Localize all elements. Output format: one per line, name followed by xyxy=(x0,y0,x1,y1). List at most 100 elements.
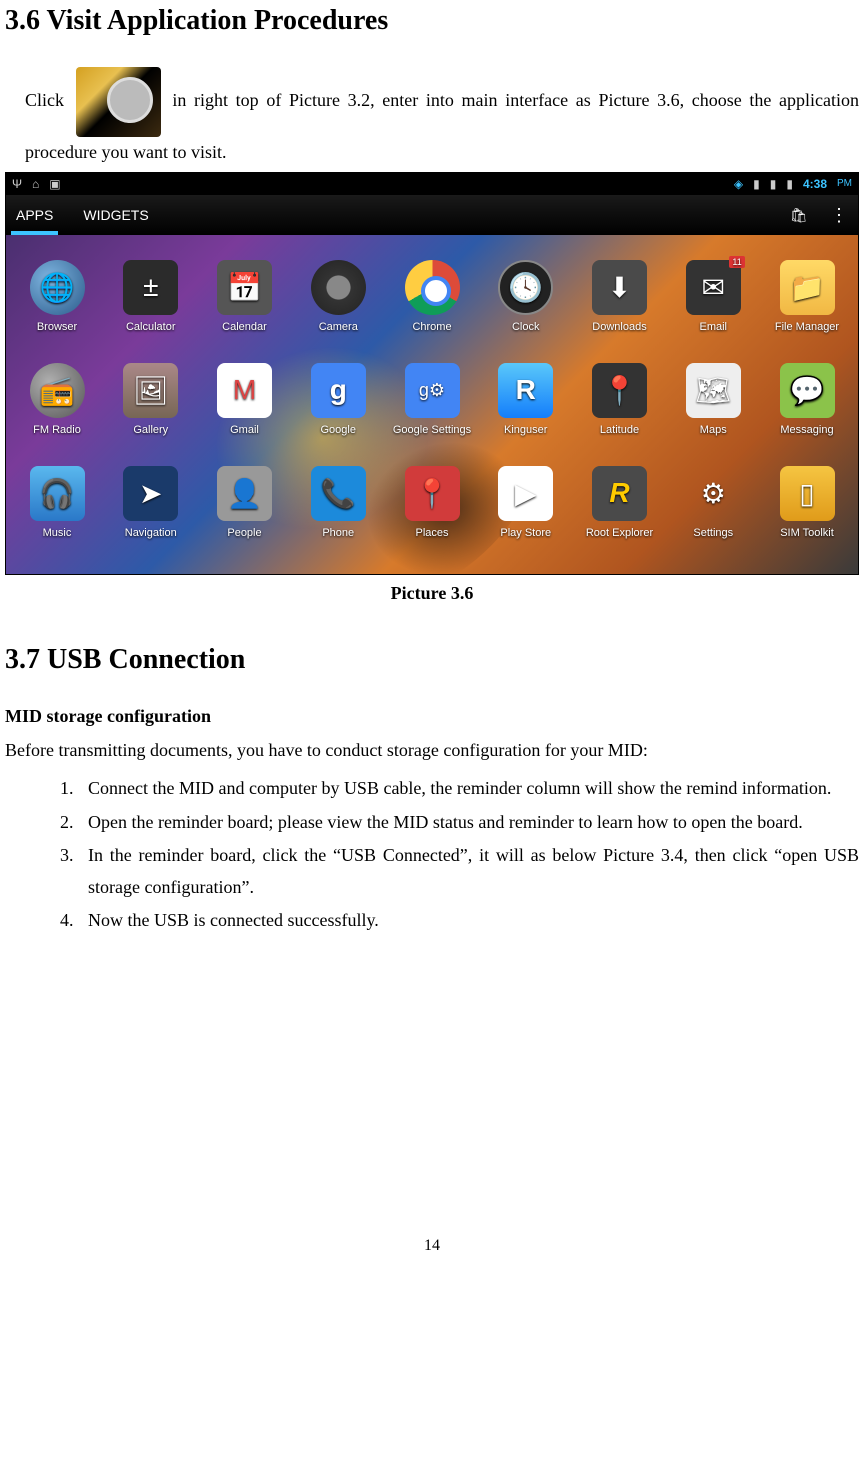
status-android-icon: ▣ xyxy=(49,177,60,191)
maps-icon: 🗺 xyxy=(686,363,741,418)
gsettings-icon: g⚙ xyxy=(405,363,460,418)
gmail-icon: M xyxy=(217,363,272,418)
app-label: Gmail xyxy=(204,424,286,436)
app-people[interactable]: 👤 People xyxy=(204,466,286,539)
messaging-icon: 💬 xyxy=(780,363,835,418)
section-3-7-heading: 3.7 USB Connection xyxy=(5,644,859,676)
signal-icon-1: ▮ xyxy=(753,177,760,191)
app-music[interactable]: 🎧Music xyxy=(16,466,98,539)
app-label: Clock xyxy=(485,321,567,333)
mid-storage-subheading: MID storage configuration xyxy=(5,706,859,727)
app-phone[interactable]: 📞Phone xyxy=(297,466,379,539)
app-places[interactable]: 📍Places xyxy=(391,466,473,539)
step-text: Connect the MID and computer by USB cabl… xyxy=(88,778,831,798)
app-downloads[interactable]: ⬇ Downloads xyxy=(579,260,661,333)
chrome-icon xyxy=(405,260,460,315)
status-ampm: PM xyxy=(837,178,852,189)
app-filemgr[interactable]: 📁File Manager xyxy=(766,260,848,333)
app-google[interactable]: gGoogle xyxy=(297,363,379,436)
playstore-icon: ▶ xyxy=(498,466,553,521)
app-label: Calendar xyxy=(204,321,286,333)
app-calc[interactable]: ± Calculator xyxy=(110,260,192,333)
app-simtk[interactable]: ▯SIM Toolkit xyxy=(766,466,848,539)
step-text: Now the USB is connected successfully. xyxy=(88,910,379,930)
app-browser[interactable]: 🌐Browser xyxy=(16,260,98,333)
app-chrome[interactable]: Chrome xyxy=(391,260,473,333)
app-fmradio[interactable]: 📻 FM Radio xyxy=(16,363,98,436)
menu-icon[interactable]: ⋮ xyxy=(830,205,848,226)
status-time: 4:38 xyxy=(803,177,827,191)
app-latitude[interactable]: 📍Latitude xyxy=(579,363,661,436)
app-label: Camera xyxy=(297,321,379,333)
fmradio-icon: 📻 xyxy=(30,363,85,418)
app-gmail[interactable]: M Gmail xyxy=(204,363,286,436)
step-number: 2. xyxy=(60,807,74,839)
app-label: Google xyxy=(297,424,379,436)
app-grid: 🌐Browser ± Calculator 📅 Calendar Camera Chrome… xyxy=(6,235,858,574)
navigation-icon: ➤ xyxy=(123,466,178,521)
places-icon: 📍 xyxy=(405,466,460,521)
rootexp-icon: R xyxy=(592,466,647,521)
tab-apps[interactable]: APPS xyxy=(16,197,53,233)
kinguser-icon: R xyxy=(498,363,553,418)
badge: 11 xyxy=(729,256,744,268)
app-label: Navigation xyxy=(110,527,192,539)
app-clock[interactable]: 🕓Clock xyxy=(485,260,567,333)
app-settings[interactable]: ⚙Settings xyxy=(672,466,754,539)
step-number: 3. xyxy=(60,840,74,872)
people-icon: 👤 xyxy=(217,466,272,521)
app-label: Play Store xyxy=(485,527,567,539)
camera-icon xyxy=(311,260,366,315)
app-maps[interactable]: 🗺 Maps xyxy=(672,363,754,436)
app-label: People xyxy=(204,527,286,539)
app-navigation[interactable]: ➤ Navigation xyxy=(110,466,192,539)
app-gsettings[interactable]: g⚙Google Settings xyxy=(391,363,473,436)
calendar-icon: 📅 xyxy=(217,260,272,315)
step-1: 1.Connect the MID and computer by USB ca… xyxy=(60,773,859,805)
app-label: Messaging xyxy=(766,424,848,436)
app-label: Downloads xyxy=(579,321,661,333)
downloads-icon: ⬇ xyxy=(592,260,647,315)
tab-bar: APPS WIDGETS 🛍 ⋮ xyxy=(6,195,858,235)
android-screenshot: Ψ ⌂ ▣ ◈ ▮ ▮ ▮ 4:38 PM APPS WIDGETS 🛍 ⋮ 🌐… xyxy=(5,172,859,575)
app-row: 📻 FM Radio 🖼Gallery M Gmail gGoogleg⚙Google S… xyxy=(6,358,858,461)
step-4: 4. Now the USB is connected successfully. xyxy=(60,905,859,937)
app-label: Email xyxy=(672,321,754,333)
music-icon: 🎧 xyxy=(30,466,85,521)
mid-storage-intro: Before transmitting documents, you have … xyxy=(5,735,859,766)
section-3-6-heading: 3.6 Visit Application Procedures xyxy=(5,5,859,37)
app-row: 🌐Browser ± Calculator 📅 Calendar Camera Chrome… xyxy=(6,255,858,358)
app-label: Chrome xyxy=(391,321,473,333)
app-label: Maps xyxy=(672,424,754,436)
app-label: FM Radio xyxy=(16,424,98,436)
status-psi-icon: Ψ xyxy=(12,177,22,191)
battery-icon: ▮ xyxy=(786,177,793,191)
app-row: 🎧Music ➤ Navigation 👤 People 📞Phone📍Places ▶ Pl… xyxy=(6,461,858,564)
email-icon: ✉11 xyxy=(686,260,741,315)
app-label: Kinguser xyxy=(485,424,567,436)
step-number: 4. xyxy=(60,905,74,937)
step-2: 2.Open the reminder board; please view t… xyxy=(60,807,859,839)
app-messaging[interactable]: 💬 Messaging xyxy=(766,363,848,436)
usb-steps-list: 1.Connect the MID and computer by USB ca… xyxy=(5,773,859,937)
para-3-6-before: Click xyxy=(25,90,64,110)
latitude-icon: 📍 xyxy=(592,363,647,418)
page-number: 14 xyxy=(5,1237,859,1255)
app-kinguser[interactable]: R Kinguser xyxy=(485,363,567,436)
app-email[interactable]: ✉11 Email xyxy=(672,260,754,333)
app-gallery[interactable]: 🖼Gallery xyxy=(110,363,192,436)
signal-icon-2: ▮ xyxy=(770,177,777,191)
app-label: Phone xyxy=(297,527,379,539)
app-calendar[interactable]: 📅 Calendar xyxy=(204,260,286,333)
settings-icon: ⚙ xyxy=(686,466,741,521)
app-label: Root Explorer xyxy=(579,527,661,539)
calc-icon: ± xyxy=(123,260,178,315)
app-playstore[interactable]: ▶ Play Store xyxy=(485,466,567,539)
app-rootexp[interactable]: R Root Explorer xyxy=(579,466,661,539)
app-label: Calculator xyxy=(110,321,192,333)
app-camera[interactable]: Camera xyxy=(297,260,379,333)
tab-widgets[interactable]: WIDGETS xyxy=(83,197,148,233)
app-label: SIM Toolkit xyxy=(766,527,848,539)
status-home-icon: ⌂ xyxy=(32,177,39,191)
shop-icon[interactable]: 🛍 xyxy=(790,207,808,225)
